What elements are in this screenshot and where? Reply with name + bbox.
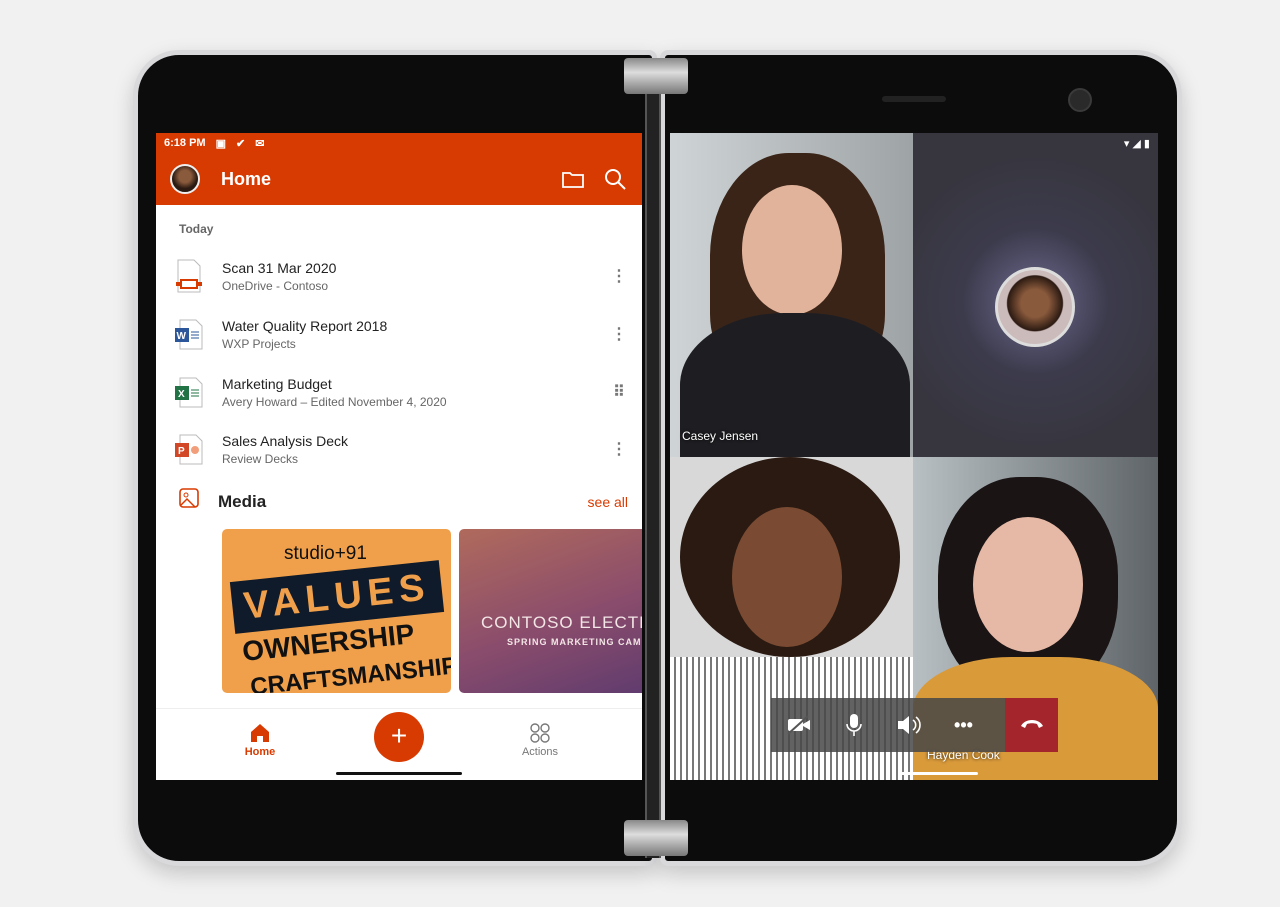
- home-indicator[interactable]: [901, 772, 978, 775]
- more-options-icon[interactable]: ⋮: [604, 439, 634, 459]
- camera-off-icon[interactable]: [771, 698, 826, 752]
- participant-face: [973, 517, 1083, 652]
- file-name: Scan 31 Mar 2020: [222, 259, 337, 276]
- file-row-word[interactable]: W Water Quality Report 2018 WXP Projects …: [156, 308, 642, 360]
- end-call-button[interactable]: [1005, 698, 1058, 752]
- thumb-text: SPRING MARKETING CAM: [507, 637, 642, 647]
- page-title: Home: [221, 168, 272, 189]
- office-app-screen: 6:18 PM ▣ ✔ ✉ Home Today Scan 31 Mar 202…: [156, 133, 642, 780]
- file-row-excel[interactable]: X Marketing Budget Avery Howard – Edited …: [156, 366, 642, 418]
- video-call-screen: Casey Jensen Hayden Cook ▾ ◢ ▮ •••: [670, 133, 1158, 780]
- see-all-link[interactable]: see all: [588, 494, 628, 510]
- speaker-grille: [882, 96, 946, 102]
- file-name: Sales Analysis Deck: [222, 432, 349, 449]
- home-icon: [220, 723, 300, 746]
- app-header: Home: [156, 153, 642, 205]
- nav-actions[interactable]: Actions: [500, 723, 580, 758]
- status-bar: 6:18 PM ▣ ✔ ✉: [156, 133, 642, 153]
- status-time: 6:18 PM: [164, 137, 206, 149]
- media-thumbnail-values[interactable]: studio+91 VALUES OWNERSHIP CRAFTSMANSHIP: [222, 529, 451, 693]
- more-options-icon[interactable]: ⋮: [604, 266, 634, 286]
- file-location: WXP Projects: [222, 336, 296, 351]
- nav-actions-label: Actions: [521, 746, 559, 758]
- powerpoint-file-icon: P: [174, 432, 204, 466]
- participant-name: Casey Jensen: [682, 429, 759, 443]
- speaker-icon[interactable]: [881, 698, 936, 752]
- nav-home-label: Home: [244, 746, 276, 758]
- file-row-scan[interactable]: Scan 31 Mar 2020 OneDrive - Contoso ⋮: [156, 250, 642, 302]
- file-name: Water Quality Report 2018: [222, 317, 388, 334]
- image-icon: [179, 488, 201, 515]
- section-label-today: Today: [179, 222, 214, 236]
- thumb-text: studio+91: [284, 543, 367, 564]
- teams-icon: ▣: [215, 138, 226, 150]
- participant-tile-audio[interactable]: [913, 133, 1158, 457]
- check-icon: ✔: [235, 138, 246, 150]
- svg-text:W: W: [177, 331, 187, 342]
- search-icon[interactable]: [602, 166, 628, 192]
- hinge: [645, 58, 661, 858]
- file-row-powerpoint[interactable]: P Sales Analysis Deck Review Decks ⋮: [156, 423, 642, 475]
- file-location: Review Decks: [222, 451, 299, 466]
- svg-text:P: P: [178, 446, 185, 457]
- home-indicator[interactable]: [336, 772, 462, 775]
- status-icons: ▾ ◢ ▮: [1123, 138, 1150, 150]
- file-location: Avery Howard – Edited November 4, 2020: [222, 394, 447, 409]
- more-options-icon[interactable]: ⋮: [604, 324, 634, 344]
- media-header: Media see all: [156, 488, 642, 515]
- hinge-cap-top: [624, 58, 688, 94]
- end-call-icon: [1019, 716, 1045, 734]
- excel-file-icon: X: [174, 375, 204, 409]
- actions-icon: [500, 723, 580, 746]
- drag-handle-icon[interactable]: ⠿: [604, 382, 634, 402]
- media-title: Media: [218, 491, 267, 511]
- svg-text:X: X: [178, 389, 185, 400]
- create-button[interactable]: +: [374, 712, 424, 762]
- avatar[interactable]: [170, 164, 200, 194]
- word-file-icon: W: [174, 317, 204, 351]
- front-camera: [1068, 88, 1092, 112]
- nav-home[interactable]: Home: [220, 723, 300, 758]
- media-thumbnail-contoso[interactable]: CONTOSO ELECTR SPRING MARKETING CAM: [459, 529, 642, 693]
- participant-face: [732, 507, 842, 647]
- bottom-nav: Home + Actions: [156, 708, 642, 780]
- file-name: Marketing Budget: [222, 375, 332, 392]
- scan-file-icon: [174, 259, 204, 293]
- hinge-cap-bottom: [624, 820, 688, 856]
- call-controls: •••: [771, 698, 1058, 752]
- file-location: OneDrive - Contoso: [222, 278, 329, 293]
- participant-tile-casey[interactable]: Casey Jensen: [670, 133, 913, 457]
- thumb-text: CONTOSO ELECTR: [481, 613, 642, 632]
- folder-icon[interactable]: [560, 166, 586, 192]
- participant-avatar: [995, 267, 1075, 347]
- outlook-icon: ✉: [255, 138, 265, 150]
- participant-face: [742, 185, 842, 315]
- more-icon[interactable]: •••: [936, 698, 991, 752]
- microphone-icon[interactable]: [826, 698, 881, 752]
